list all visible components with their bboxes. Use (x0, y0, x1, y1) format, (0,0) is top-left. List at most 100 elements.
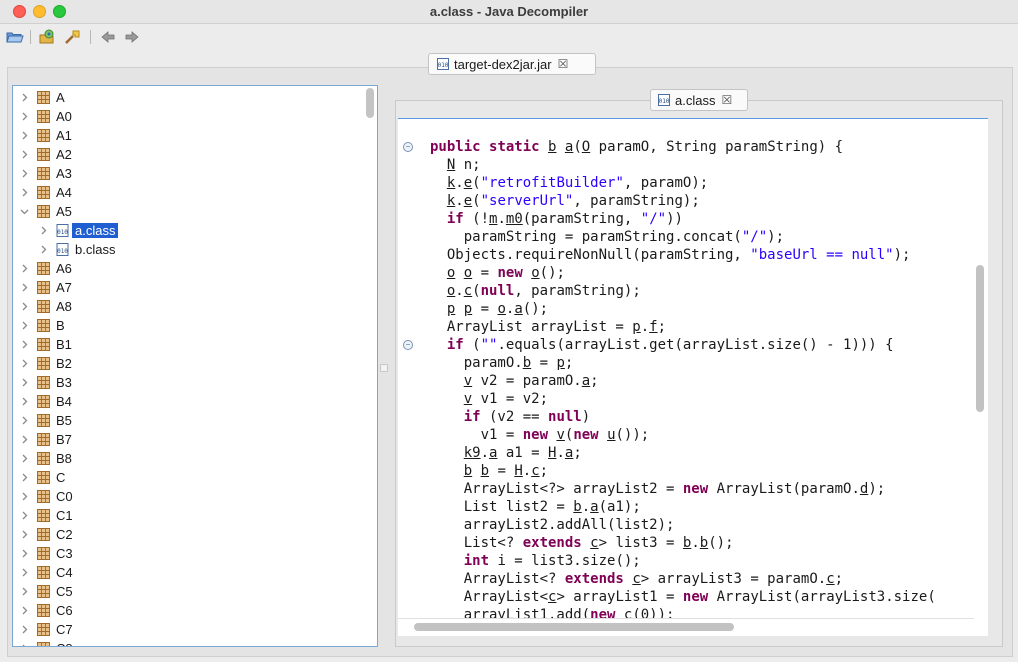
tree-item-class[interactable]: 010 a.class (13, 221, 363, 240)
chevron-right-icon[interactable] (19, 453, 29, 463)
tree-item-package[interactable]: C7 (13, 620, 363, 639)
tree-item-package[interactable]: C3 (13, 544, 363, 563)
tree-item-package[interactable]: C5 (13, 582, 363, 601)
package-icon (37, 433, 50, 446)
chevron-right-icon[interactable] (19, 548, 29, 558)
tree-scrollbar[interactable] (366, 88, 374, 118)
chevron-right-icon[interactable] (19, 320, 29, 330)
tree-item-label: C4 (56, 565, 73, 580)
tree-item-package[interactable]: A1 (13, 126, 363, 145)
chevron-right-icon[interactable] (19, 643, 29, 646)
tree-item-label: B (56, 318, 65, 333)
horizontal-scrollbar-thumb[interactable] (414, 623, 734, 631)
tree-item-label: B5 (56, 413, 72, 428)
tree-item-package[interactable]: C4 (13, 563, 363, 582)
package-icon (37, 452, 50, 465)
tree-item-package[interactable]: A7 (13, 278, 363, 297)
code-line: v v1 = v2; (463, 391, 549, 407)
package-icon (37, 129, 50, 142)
chevron-right-icon[interactable] (19, 168, 29, 178)
chevron-right-icon[interactable] (19, 358, 29, 368)
chevron-right-icon[interactable] (19, 434, 29, 444)
tree-item-package[interactable]: B3 (13, 373, 363, 392)
chevron-right-icon[interactable] (38, 225, 48, 235)
tab-class-close-icon[interactable]: ☒ (721, 93, 732, 107)
chevron-right-icon[interactable] (19, 586, 29, 596)
chevron-right-icon[interactable] (38, 244, 48, 254)
tree-item-package[interactable]: B1 (13, 335, 363, 354)
tree-item-package[interactable]: B4 (13, 392, 363, 411)
fold-collapse-icon[interactable]: − (403, 142, 413, 152)
tree-item-package[interactable]: A8 (13, 297, 363, 316)
tab-class-file[interactable]: 010 a.class ☒ (650, 89, 748, 111)
chevron-right-icon[interactable] (19, 415, 29, 425)
tree-item-package[interactable]: A (13, 88, 363, 107)
fold-collapse-icon[interactable]: − (403, 340, 413, 350)
class-file-icon: 010 (56, 243, 69, 256)
open-type-button[interactable] (38, 28, 58, 46)
chevron-right-icon[interactable] (19, 187, 29, 197)
splitter-handle[interactable] (380, 364, 388, 372)
tree-item-label: a.class (72, 223, 119, 238)
chevron-right-icon[interactable] (19, 130, 29, 140)
tree-item-package[interactable]: B7 (13, 430, 363, 449)
chevron-right-icon[interactable] (19, 92, 29, 102)
package-icon (37, 300, 50, 313)
tree-item-package[interactable]: C6 (13, 601, 363, 620)
code-line: N n; (446, 157, 481, 173)
tree-item-package[interactable]: A6 (13, 259, 363, 278)
forward-button[interactable] (122, 28, 142, 46)
tree-item-package[interactable]: C2 (13, 525, 363, 544)
package-icon (37, 262, 50, 275)
chevron-right-icon[interactable] (19, 529, 29, 539)
tree-item-package[interactable]: B5 (13, 411, 363, 430)
chevron-right-icon[interactable] (19, 377, 29, 387)
tree-item-package[interactable]: B2 (13, 354, 363, 373)
package-icon (37, 338, 50, 351)
tree-item-package[interactable]: B8 (13, 449, 363, 468)
tree-item-package[interactable]: A0 (13, 107, 363, 126)
svg-text:010: 010 (659, 98, 670, 105)
tree-item-package[interactable]: C0 (13, 487, 363, 506)
search-button[interactable] (63, 28, 83, 46)
tree-item-label: C (56, 470, 66, 485)
chevron-right-icon[interactable] (19, 510, 29, 520)
open-type-icon (39, 29, 54, 44)
chevron-right-icon[interactable] (19, 111, 29, 121)
package-icon (37, 604, 50, 617)
chevron-right-icon[interactable] (19, 339, 29, 349)
svg-text:010: 010 (438, 62, 449, 69)
code-line: ArrayList<?> arrayList2 = new ArrayList(… (430, 481, 886, 497)
chevron-down-icon[interactable] (19, 206, 29, 216)
chevron-right-icon[interactable] (19, 472, 29, 482)
tree-item-package[interactable]: A2 (13, 145, 363, 164)
svg-text:010: 010 (57, 229, 68, 236)
tree-item-package[interactable]: A3 (13, 164, 363, 183)
tab-jar-file[interactable]: 010 target-dex2jar.jar ☒ (428, 53, 596, 75)
code-line: Objects.requireNonNull(paramString, "bas… (430, 247, 911, 263)
chevron-right-icon[interactable] (19, 567, 29, 577)
chevron-right-icon[interactable] (19, 624, 29, 634)
chevron-right-icon[interactable] (19, 149, 29, 159)
tree-item-class[interactable]: 010 b.class (13, 240, 363, 259)
code-line: k9.a a1 = H.a; (463, 445, 582, 461)
tree-item-package[interactable]: C (13, 468, 363, 487)
chevron-right-icon[interactable] (19, 263, 29, 273)
tree-item-package[interactable]: C1 (13, 506, 363, 525)
tab-jar-label: target-dex2jar.jar (454, 56, 552, 72)
code-editor[interactable]: public static b a(O paramO, String param… (398, 118, 988, 636)
back-button[interactable] (98, 28, 118, 46)
package-tree[interactable]: A A0 A1 A2 A3 A4 A5 010 a.class 010 b.class A6 A7 A8 B… (12, 85, 378, 647)
tab-jar-close-icon[interactable]: ☒ (558, 57, 569, 71)
chevron-right-icon[interactable] (19, 301, 29, 311)
chevron-right-icon[interactable] (19, 396, 29, 406)
chevron-right-icon[interactable] (19, 491, 29, 501)
tree-item-package[interactable]: A5 (13, 202, 363, 221)
chevron-right-icon[interactable] (19, 282, 29, 292)
tree-item-package[interactable]: B (13, 316, 363, 335)
open-file-button[interactable] (5, 28, 25, 46)
tree-item-package[interactable]: C8 (13, 639, 363, 646)
vertical-scrollbar-thumb[interactable] (976, 265, 984, 412)
tree-item-package[interactable]: A4 (13, 183, 363, 202)
chevron-right-icon[interactable] (19, 605, 29, 615)
